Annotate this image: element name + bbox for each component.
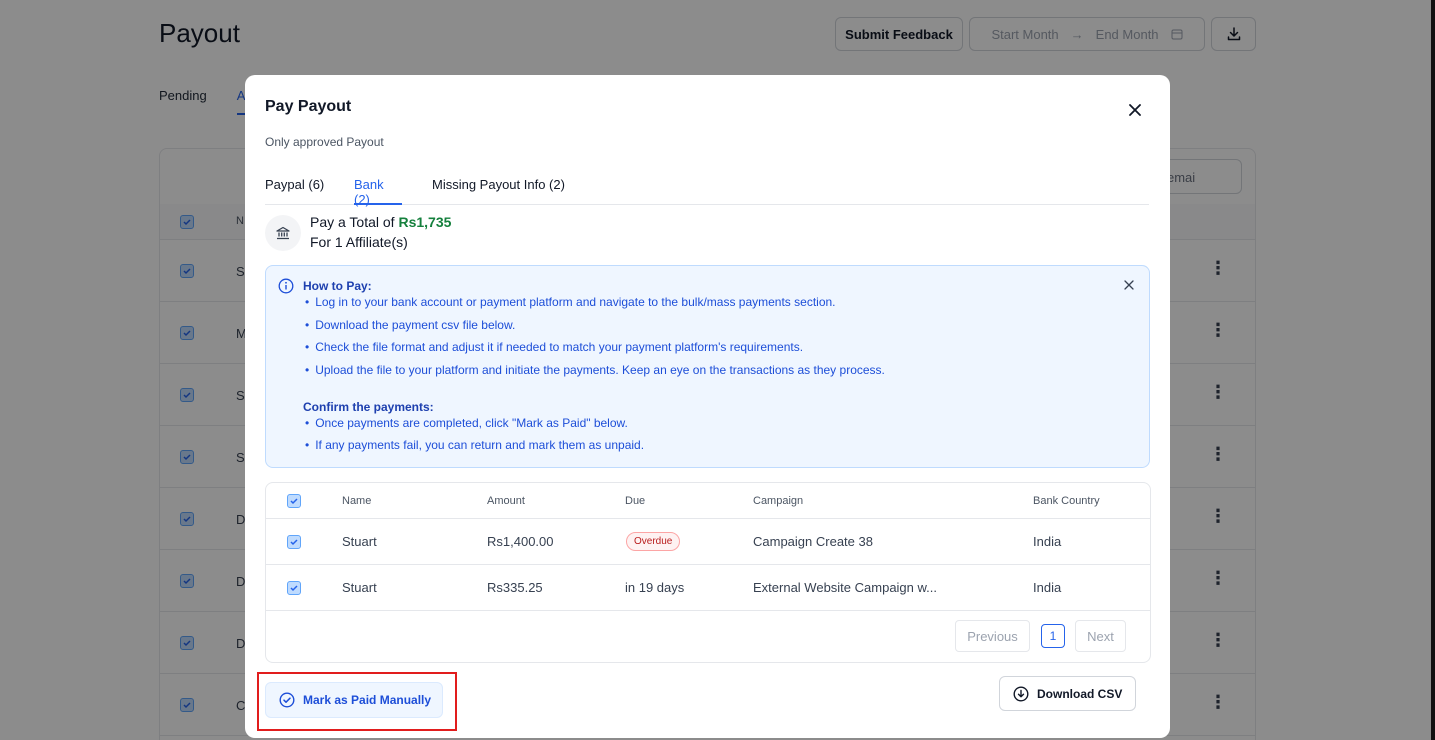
table-row: Stuart Rs335.25 in 19 days External Webs… (266, 565, 1150, 611)
cell-amount: Rs335.25 (487, 580, 543, 595)
dismiss-info-icon[interactable] (1122, 278, 1136, 292)
column-header-name: Name (342, 495, 372, 507)
column-header-bank-country: Bank Country (1033, 495, 1100, 507)
table-row: Stuart Rs1,400.00 Overdue Campaign Creat… (266, 519, 1150, 565)
overdue-badge: Overdue (626, 532, 681, 551)
pay-payout-modal: Pay Payout Only approved Payout Paypal (… (245, 75, 1170, 738)
cell-bank-country: India (1033, 580, 1062, 595)
download-circle-icon (1013, 685, 1029, 702)
how-to-pay-step: Upload the file to your platform and ini… (305, 363, 885, 377)
column-header-campaign: Campaign (753, 495, 804, 507)
close-modal-button[interactable] (1125, 100, 1145, 120)
previous-page-button[interactable]: Previous (955, 620, 1030, 652)
bank-icon (265, 215, 301, 251)
confirm-step: If any payments fail, you can return and… (305, 438, 644, 452)
info-icon (278, 278, 294, 294)
column-header-amount: Amount (487, 495, 525, 507)
select-all-checkbox[interactable] (287, 494, 301, 508)
cell-amount: Rs1,400.00 (487, 534, 554, 549)
page-1-button[interactable]: 1 (1041, 624, 1065, 648)
confirm-step: Once payments are completed, click "Mark… (305, 416, 628, 430)
how-to-pay-step: Check the file format and adjust it if n… (305, 340, 803, 354)
payment-method-tabs: Paypal (6) Bank (2) Missing Payout Info … (265, 177, 1149, 207)
how-to-pay-step: Log in to your bank account or payment p… (305, 295, 835, 309)
table-header: Name Amount Due Campaign Bank Country (266, 483, 1150, 519)
affiliate-count: For 1 Affiliate(s) (310, 234, 408, 250)
check-icon (290, 585, 298, 592)
cell-name: Stuart (342, 534, 377, 549)
tab-paypal[interactable]: Paypal (6) (265, 177, 324, 205)
scrollbar[interactable] (1431, 0, 1435, 740)
cell-campaign: Campaign Create 38 (753, 534, 873, 549)
how-to-pay-heading: How to Pay: (303, 279, 372, 293)
row-checkbox[interactable] (287, 535, 301, 549)
total-amount: Rs1,735 (398, 214, 452, 230)
column-header-due: Due (625, 495, 646, 507)
check-icon (290, 539, 298, 546)
tab-missing-payout-info[interactable]: Missing Payout Info (2) (432, 177, 565, 205)
download-csv-label: Download CSV (1037, 686, 1123, 701)
payout-table: Name Amount Due Campaign Bank Country St… (265, 482, 1151, 663)
download-csv-button[interactable]: Download CSV (999, 676, 1136, 711)
total-label: Pay a Total of Rs1,735 (310, 214, 452, 230)
next-page-button[interactable]: Next (1075, 620, 1126, 652)
how-to-pay-info-box: How to Pay: Log in to your bank account … (265, 265, 1150, 468)
cell-due: in 19 days (625, 580, 685, 595)
row-checkbox[interactable] (287, 581, 301, 595)
how-to-pay-step: Download the payment csv file below. (305, 318, 515, 332)
check-icon (290, 498, 298, 505)
modal-subtitle: Only approved Payout (265, 135, 384, 149)
cell-bank-country: India (1033, 534, 1062, 549)
cell-campaign: External Website Campaign w... (753, 580, 938, 595)
highlight-box (257, 672, 457, 731)
tab-bank[interactable]: Bank (2) (354, 177, 402, 207)
modal-title: Pay Payout (265, 98, 352, 115)
close-icon (1129, 104, 1141, 116)
confirm-payments-heading: Confirm the payments: (303, 400, 434, 414)
cell-name: Stuart (342, 580, 377, 595)
